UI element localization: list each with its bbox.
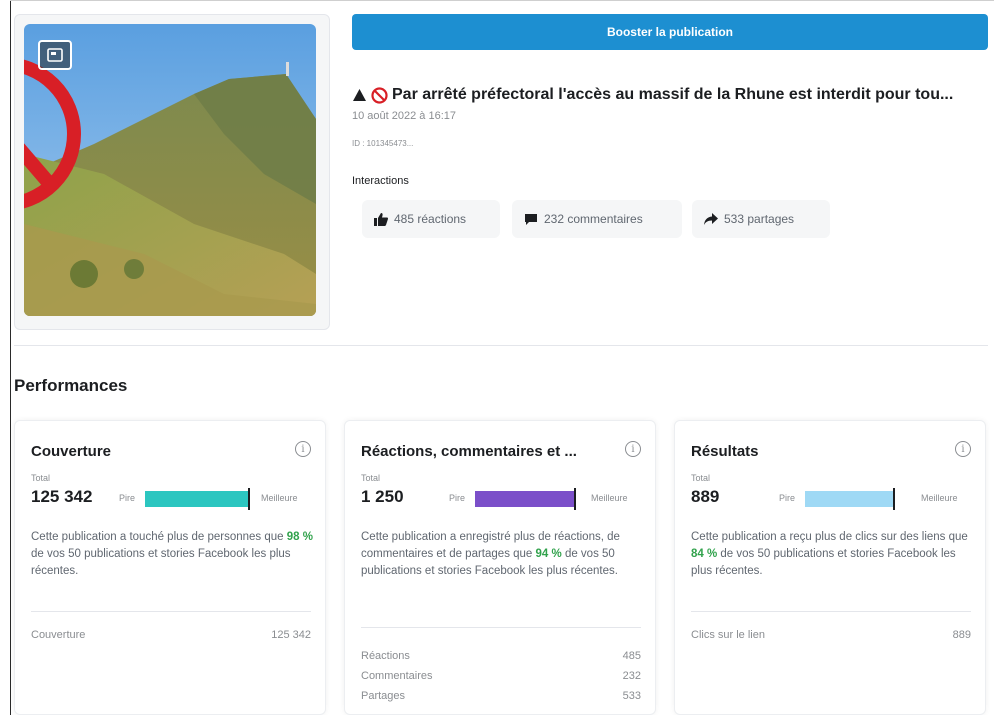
metric-row: Commentaires 232 [361,670,641,682]
info-icon[interactable]: i [625,441,641,457]
performance-card-engagement: Réactions, commentaires et ... i Total 1… [344,420,656,715]
description-text-end: de vos 50 publications et stories Facebo… [691,548,956,577]
metric-row: Réactions 485 [361,650,641,662]
metric-value: 485 [622,650,641,662]
scale-low-label: Pire [449,493,466,503]
total-label: Total [31,473,51,483]
total-value: 889 [691,487,720,506]
card-separator [361,627,641,628]
metric-value: 232 [622,670,641,682]
comparison-bar-fill [145,491,249,507]
post-id: ID : 101345473... [352,139,414,148]
performance-card-results: Résultats i Total 889 Pire Meilleure Cet… [674,420,986,715]
metric-label: Clics sur le lien [691,629,765,641]
post-date: 10 août 2022 à 16:17 [352,110,456,122]
comparison-bar [805,488,911,510]
interactions-label: Interactions [352,175,409,187]
comparison-bar-fill [805,491,894,507]
share-icon [704,212,718,225]
info-icon[interactable]: i [955,441,971,457]
comparison-bar [475,488,581,510]
warning-icon [353,89,366,101]
card-separator [691,611,971,612]
scale-low-label: Pire [779,493,796,503]
total-value: 1 250 [361,487,404,506]
metric-value: 533 [622,690,641,702]
scale-high-label: Meilleure [261,493,298,503]
performances-heading: Performances [14,376,128,395]
photo-badge-icon [38,40,72,70]
post-title-text: Par arrêté préfectoral l'accès au massif… [392,86,954,103]
post-title: Par arrêté préfectoral l'accès au massif… [352,86,984,104]
card-description: Cette publication a enregistré plus de r… [361,529,643,580]
card-title: Couverture [31,443,112,460]
percentile-value: 84 % [691,548,718,560]
metric-label: Partages [361,690,406,702]
description-text: Cette publication a reçu plus de clics s… [691,531,968,543]
metric-row: Couverture 125 342 [31,629,311,641]
total-value: 125 342 [31,487,93,506]
description-text: Cette publication a touché plus de perso… [31,531,287,543]
comments-chip-label: 232 commentaires [544,212,643,226]
window-top-border [10,0,994,1]
metric-row: Partages 533 [361,690,641,702]
comments-chip[interactable]: 232 commentaires [512,200,682,238]
thumbs-up-icon [374,212,388,226]
comparison-bar-marker [893,488,895,510]
description-text-end: de vos 50 publications et stories Facebo… [31,548,291,577]
scale-high-label: Meilleure [921,493,958,503]
percentile-value: 98 % [286,531,313,543]
card-description: Cette publication a reçu plus de clics s… [691,529,973,580]
card-title: Réactions, commentaires et ... [361,443,577,460]
comparison-bar-marker [248,488,250,510]
comparison-bar-fill [475,491,575,507]
total-label: Total [361,473,381,483]
metric-label: Commentaires [361,670,433,682]
comparison-bar-marker [574,488,576,510]
metric-label: Réactions [361,650,410,662]
card-description: Cette publication a touché plus de perso… [31,529,313,580]
shares-chip-label: 533 partages [724,212,795,226]
scale-high-label: Meilleure [591,493,628,503]
metric-value: 889 [952,629,971,641]
reactions-chip[interactable]: 485 réactions [362,200,500,238]
card-title: Résultats [691,443,759,460]
comparison-bar [145,488,251,510]
section-divider [14,345,988,346]
window-left-border [10,0,11,715]
boost-post-button[interactable]: Booster la publication [352,14,988,50]
card-separator [31,611,311,612]
metric-label: Couverture [31,629,86,641]
percentile-value: 94 % [535,548,562,560]
scale-low-label: Pire [119,493,136,503]
shares-chip[interactable]: 533 partages [692,200,830,238]
metric-value: 125 342 [271,629,311,641]
info-icon[interactable]: i [295,441,311,457]
reactions-chip-label: 485 réactions [394,212,467,226]
comment-icon [525,213,537,225]
prohibited-icon [371,86,388,104]
total-label: Total [691,473,711,483]
performance-card-coverage: Couverture i Total 125 342 Pire Meilleur… [14,420,326,715]
metric-row: Clics sur le lien 889 [691,629,971,641]
